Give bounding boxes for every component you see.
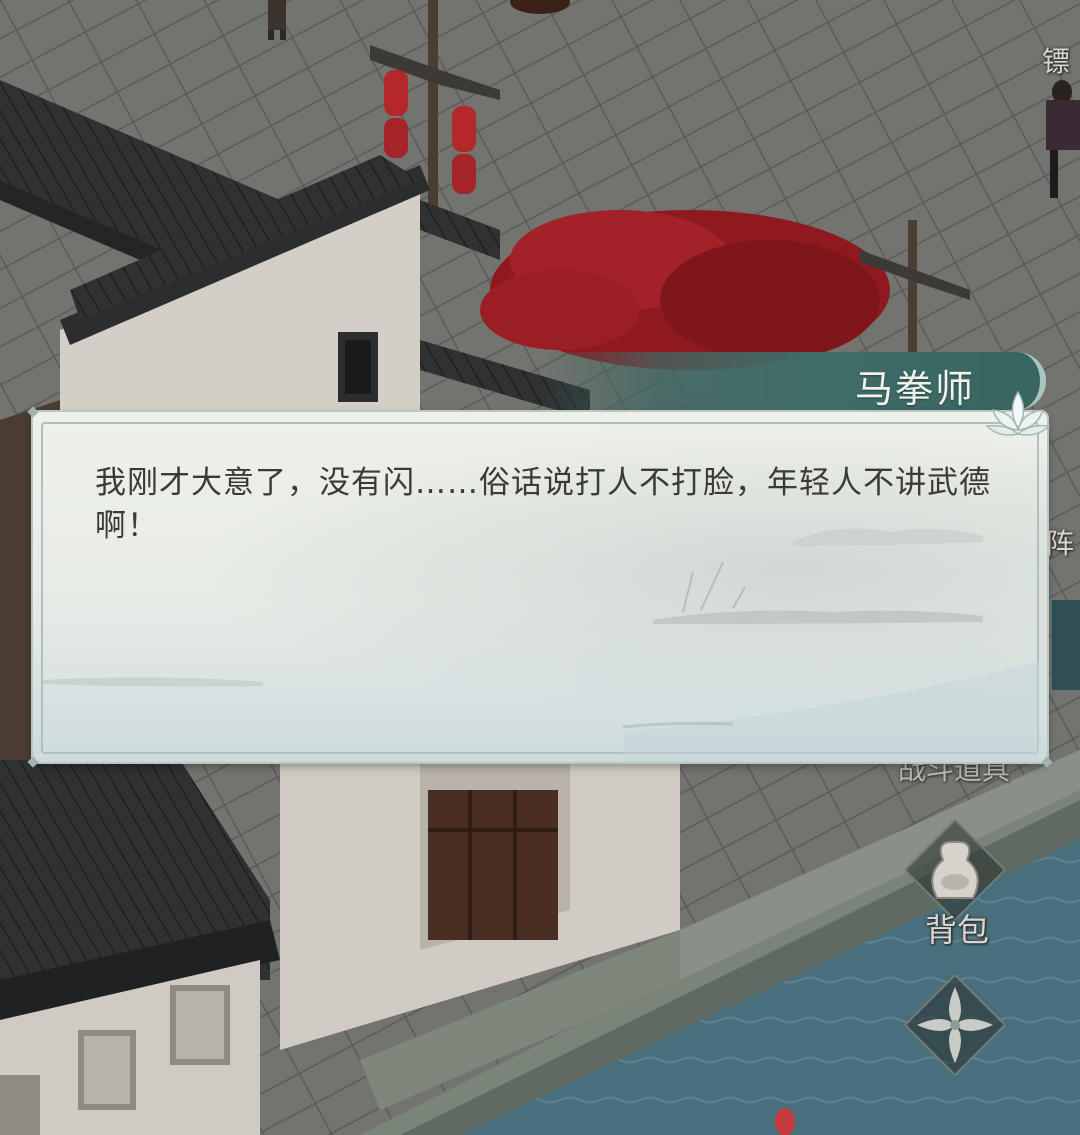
lotus-icon	[985, 390, 1051, 436]
bag-label[interactable]: 背包	[925, 905, 989, 951]
speaker-name-plate: 马拳师	[540, 352, 1060, 411]
npc-right-2	[1052, 600, 1080, 690]
map-place-label[interactable]: 镖	[1042, 40, 1070, 80]
flower-emblem-icon	[905, 975, 1005, 1075]
maple-tree	[480, 210, 890, 370]
dialog-box[interactable]: 我刚才大意了，没有闪……俗话说打人不打脸，年轻人不讲武德啊！	[27, 406, 1053, 768]
speaker-name: 马拳师	[854, 367, 975, 411]
skill-button[interactable]	[905, 975, 1005, 1075]
map-place-label[interactable]: 阵	[1046, 522, 1074, 562]
dialog-text: 我刚才大意了，没有闪……俗话说打人不打脸，年轻人不讲武德啊！	[95, 465, 991, 544]
